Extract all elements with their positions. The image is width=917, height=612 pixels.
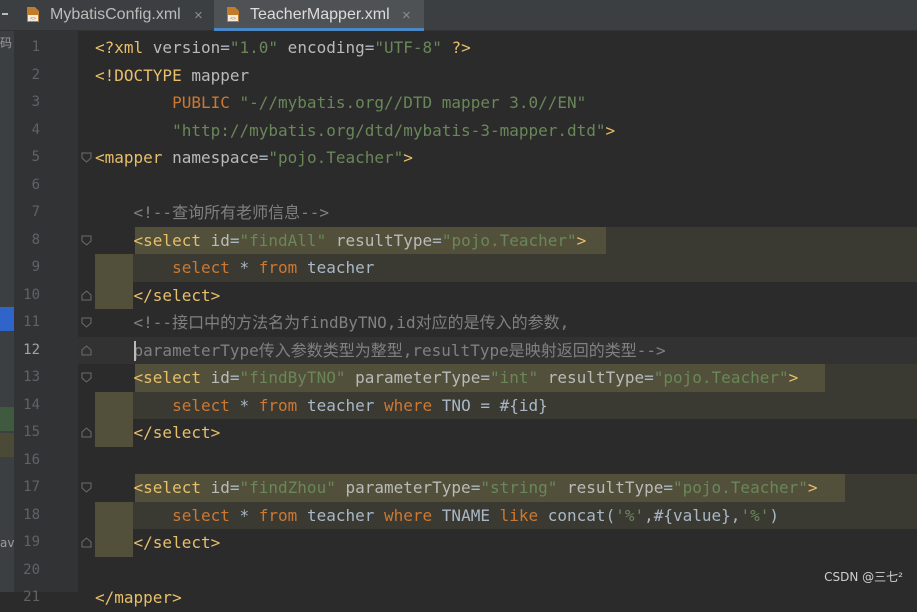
line-number: 12: [23, 341, 40, 358]
code-line[interactable]: <!DOCTYPE mapper: [95, 62, 249, 90]
close-icon[interactable]: ×: [402, 7, 411, 24]
code-line[interactable]: select * from teacher where TNAME like c…: [95, 502, 779, 530]
tab-mybatisconfig[interactable]: <> MybatisConfig.xml ×: [14, 0, 214, 30]
tree-row-highlight: [0, 407, 14, 431]
code-line[interactable]: <?xml version="1.0" encoding="UTF-8" ?>: [95, 34, 471, 62]
element-body-highlight: [845, 474, 917, 502]
line-number: 19: [23, 534, 40, 550]
code-line[interactable]: </select>: [95, 419, 221, 447]
fold-marker-icon[interactable]: [81, 482, 92, 493]
line-number: 14: [23, 396, 40, 413]
code-line[interactable]: </select>: [95, 282, 221, 310]
code-line[interactable]: </select>: [95, 529, 221, 557]
line-number: 6: [31, 176, 40, 193]
code-line[interactable]: select * from teacher where TNO = #{id}: [95, 392, 548, 420]
fold-marker-icon[interactable]: [81, 372, 92, 383]
fold-marker-icon[interactable]: [81, 235, 92, 246]
close-icon[interactable]: ×: [194, 7, 203, 24]
svg-text:<>: <>: [230, 16, 236, 22]
code-line[interactable]: <select id="findAll" resultType="pojo.Te…: [95, 227, 587, 255]
tab-label: MybatisConfig.xml: [50, 6, 181, 23]
line-number: 1: [31, 39, 40, 55]
code-line[interactable]: <!--接口中的方法名为findByTNO,id对应的是传入的参数,: [95, 309, 570, 337]
selected-tree-row: [0, 307, 14, 331]
element-body-highlight: [825, 364, 917, 392]
line-number: 8: [31, 231, 40, 248]
line-number: 3: [31, 94, 40, 110]
code-line[interactable]: PUBLIC "-//mybatis.org//DTD mapper 3.0//…: [95, 89, 586, 117]
line-number: 2: [31, 66, 40, 83]
line-number: 15: [23, 424, 40, 440]
xml-file-icon: <>: [227, 7, 239, 22]
code-line[interactable]: select * from teacher: [95, 254, 374, 282]
watermark: CSDN @三七²: [824, 570, 903, 584]
element-body-highlight: [606, 226, 917, 254]
code-line[interactable]: "http://mybatis.org/dtd/mybatis-3-mapper…: [95, 117, 615, 145]
line-number: 16: [23, 451, 40, 468]
line-number: 13: [23, 369, 40, 385]
code-line[interactable]: </mapper>: [95, 584, 182, 612]
fold-marker-icon[interactable]: [81, 427, 92, 438]
project-panel-collapse[interactable]: [0, 0, 14, 30]
line-number: 4: [31, 121, 40, 138]
minus-icon: [2, 13, 8, 15]
tree-row-highlight: [0, 433, 14, 457]
code-line[interactable]: <select id="findByTNO" parameterType="in…: [95, 364, 799, 392]
fold-marker-icon[interactable]: [81, 152, 92, 163]
line-number: 18: [23, 506, 40, 523]
code-line[interactable]: <!--查询所有老师信息-->: [95, 199, 329, 227]
fold-marker-icon[interactable]: [81, 289, 92, 301]
line-number: 10: [23, 286, 40, 303]
svg-text:<>: <>: [30, 16, 36, 22]
code-line[interactable]: parameterType传入参数类型为整型,resultType是映射返回的类…: [95, 337, 666, 365]
tab-label: TeacherMapper.xml: [250, 6, 390, 23]
panel-text-bottom: av: [0, 536, 15, 550]
text-caret: [134, 340, 136, 361]
line-number: 11: [23, 314, 40, 330]
line-number: 17: [23, 479, 40, 495]
project-tool-window-edge[interactable]: 码 av: [0, 31, 14, 592]
code-line[interactable]: <mapper namespace="pojo.Teacher">: [95, 144, 413, 172]
line-number: 5: [31, 149, 40, 165]
line-number: 7: [31, 204, 40, 220]
panel-text-top: 码: [0, 36, 13, 50]
xml-file-icon: <>: [27, 7, 39, 22]
line-number: 9: [31, 259, 40, 275]
fold-marker-icon[interactable]: [81, 317, 92, 328]
fold-marker-icon[interactable]: [81, 344, 92, 356]
line-number: 20: [23, 561, 40, 578]
line-number: 21: [23, 589, 40, 605]
fold-marker-icon[interactable]: [81, 537, 92, 548]
code-line[interactable]: <select id="findZhou" parameterType="str…: [95, 474, 818, 502]
tab-teachermapper[interactable]: <> TeacherMapper.xml ×: [214, 0, 424, 31]
